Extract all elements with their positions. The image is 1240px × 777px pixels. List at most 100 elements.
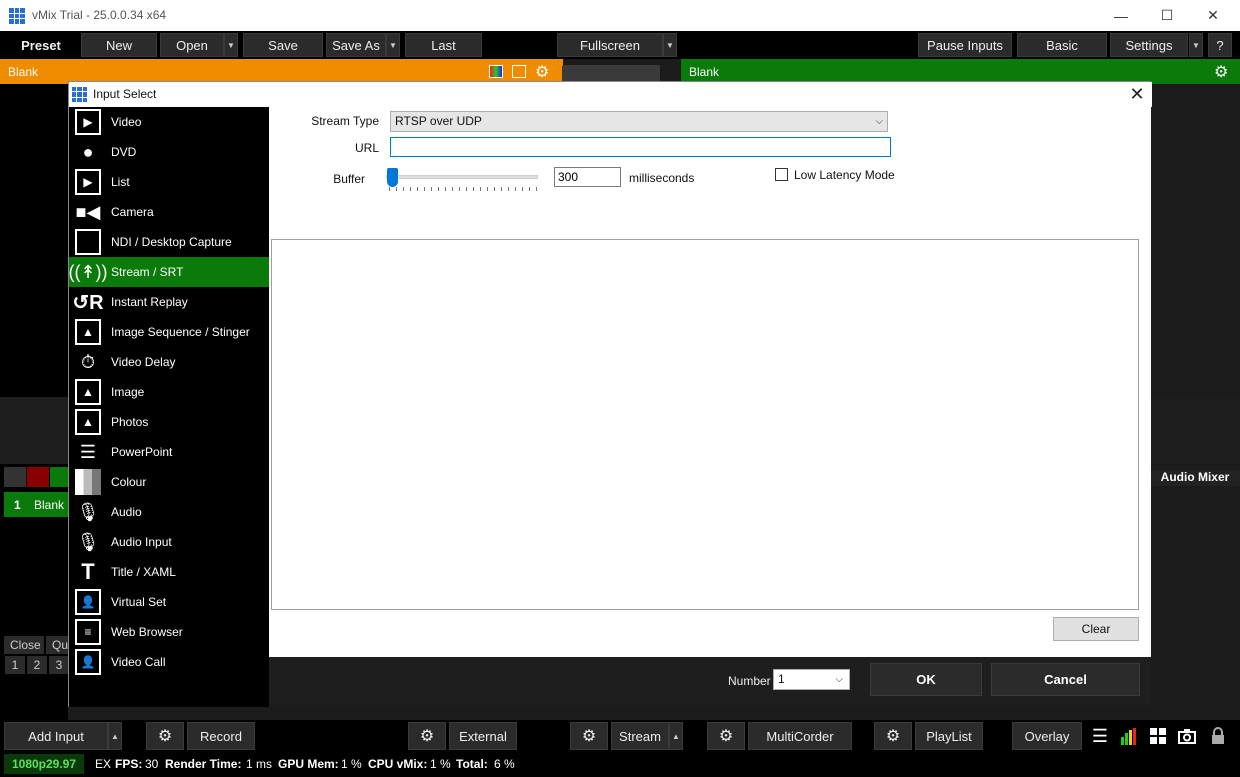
minimize-button[interactable]: — <box>1098 0 1144 31</box>
add-input-dropdown-button[interactable]: ▲ <box>108 722 122 750</box>
multicorder-settings-gear-icon[interactable]: ⚙ <box>707 722 745 750</box>
category-dvd[interactable]: ● DVD <box>69 137 269 167</box>
last-button[interactable]: Last <box>405 33 482 57</box>
stream-settings-gear-icon[interactable]: ⚙ <box>570 722 608 750</box>
lock-icon[interactable] <box>1206 724 1230 748</box>
buffer-slider-thumb[interactable] <box>387 168 398 187</box>
window-close-button[interactable]: ✕ <box>1190 0 1236 31</box>
cancel-button[interactable]: Cancel <box>991 663 1140 696</box>
basic-button[interactable]: Basic <box>1017 33 1107 57</box>
maximize-button[interactable]: ☐ <box>1144 0 1190 31</box>
category-photos[interactable]: ▲ Photos <box>69 407 269 437</box>
category-video-delay[interactable]: ⏱ Video Delay <box>69 347 269 377</box>
save-as-button[interactable]: Save As <box>326 33 386 57</box>
new-button[interactable]: New <box>81 33 157 57</box>
replay-icon: ↺R <box>72 291 104 314</box>
buffer-slider-track[interactable] <box>386 175 538 179</box>
stream-type-select[interactable]: RTSP over UDP ⌵ <box>390 111 888 132</box>
clear-button[interactable]: Clear <box>1053 617 1139 641</box>
number-select[interactable]: 1 ⌵ <box>773 669 850 690</box>
category-ndi-desktop-capture[interactable]: NDI / Desktop Capture <box>69 227 269 257</box>
category-label: NDI / Desktop Capture <box>111 235 232 249</box>
ok-button[interactable]: OK <box>870 663 982 696</box>
multiview-grid-icon[interactable] <box>1146 724 1170 748</box>
microphone-icon: 🎙 <box>76 531 100 552</box>
external-button[interactable]: External <box>449 722 517 750</box>
category-web-browser[interactable]: ≡ Web Browser <box>69 617 269 647</box>
settings-dropdown-button[interactable]: ▼ <box>1189 33 1203 57</box>
antenna-icon: ((↟)) <box>68 261 108 282</box>
stream-button[interactable]: Stream <box>611 722 669 750</box>
category-instant-replay[interactable]: ↺R Instant Replay <box>69 287 269 317</box>
record-button[interactable]: Record <box>187 722 255 750</box>
number-tile[interactable]: 2 <box>27 656 47 674</box>
number-tile[interactable]: 1 <box>5 656 25 674</box>
output-gear-icon[interactable]: ⚙ <box>1214 62 1228 82</box>
main-toolbar: Preset New Open ▼ Save Save As ▼ Last Fu… <box>0 31 1240 59</box>
stream-dropdown-button[interactable]: ▲ <box>669 722 683 750</box>
buffer-value-input[interactable] <box>554 167 621 187</box>
record-settings-gear-icon[interactable]: ⚙ <box>146 722 184 750</box>
close-input-button[interactable]: Close <box>4 636 44 654</box>
stream-preview-box <box>271 239 1139 610</box>
title-icon: T <box>81 559 95 584</box>
swatch-grey[interactable] <box>4 467 26 487</box>
category-video-call[interactable]: 👤 Video Call <box>69 647 269 677</box>
image-sequence-icon: ▲ <box>75 319 101 345</box>
stream-type-value: RTSP over UDP <box>395 114 482 128</box>
category-stream-srt[interactable]: ((↟)) Stream / SRT <box>68 257 269 287</box>
dialog-close-icon[interactable]: ✕ <box>1127 85 1147 105</box>
overlay-button[interactable]: Overlay <box>1012 722 1082 750</box>
category-label: Camera <box>111 205 154 219</box>
playlist-settings-gear-icon[interactable]: ⚙ <box>874 722 912 750</box>
preview-gear-icon[interactable]: ⚙ <box>535 62 549 82</box>
category-image[interactable]: ▲ Image <box>69 377 269 407</box>
input-tile[interactable]: 1 Blank <box>4 492 68 517</box>
category-label: Instant Replay <box>111 295 188 309</box>
add-input-button[interactable]: Add Input <box>4 722 108 750</box>
category-image-sequence-stinger[interactable]: ▲ Image Sequence / Stinger <box>69 317 269 347</box>
settings-button[interactable]: Settings <box>1110 33 1188 57</box>
save-as-dropdown-button[interactable]: ▼ <box>386 33 400 57</box>
open-dropdown-button[interactable]: ▼ <box>224 33 238 57</box>
open-button[interactable]: Open <box>160 33 224 57</box>
cpu-vmix-label: CPU vMix: <box>368 757 428 771</box>
low-latency-checkbox[interactable] <box>775 168 788 181</box>
cpu-vmix-value: 1 % <box>430 757 451 771</box>
category-label: List <box>111 175 130 189</box>
video-call-icon: 👤 <box>75 649 101 675</box>
category-video[interactable]: ▶ Video <box>69 107 269 137</box>
swatch-red[interactable] <box>27 467 49 487</box>
audio-meter-icon[interactable] <box>1117 724 1141 748</box>
fullscreen-dropdown-button[interactable]: ▼ <box>663 33 677 57</box>
fps-label: FPS: <box>115 757 143 771</box>
window-title: vMix Trial - 25.0.0.34 x64 <box>32 8 167 22</box>
url-input[interactable] <box>390 137 891 157</box>
colour-correction-icon[interactable] <box>489 65 503 78</box>
category-colour[interactable]: Colour <box>69 467 269 497</box>
quick-play-small-button[interactable]: Qu <box>46 636 68 654</box>
number-tile[interactable]: 3 <box>49 656 69 674</box>
gpu-mem-label: GPU Mem: <box>278 757 339 771</box>
menu-icon[interactable]: ☰ <box>1088 724 1112 748</box>
category-title-xaml[interactable]: T Title / XAML <box>69 557 269 587</box>
category-audio[interactable]: 🎙 Audio <box>69 497 269 527</box>
pip-icon[interactable] <box>512 65 526 78</box>
stream-form: Stream Type RTSP over UDP ⌵ URL Buffer m… <box>269 107 1151 657</box>
category-virtual-set[interactable]: 👤 Virtual Set <box>69 587 269 617</box>
multicorder-button[interactable]: MultiCorder <box>748 722 852 750</box>
help-button[interactable]: ? <box>1208 33 1232 57</box>
snapshot-camera-icon[interactable] <box>1175 724 1199 748</box>
category-camera[interactable]: ■◀ Camera <box>69 197 269 227</box>
category-powerpoint[interactable]: ☰ PowerPoint <box>69 437 269 467</box>
save-button[interactable]: Save <box>243 33 323 57</box>
buffer-slider-ticks <box>389 187 537 191</box>
video-format-badge[interactable]: 1080p29.97 <box>4 754 84 774</box>
category-list[interactable]: ▶ List <box>69 167 269 197</box>
external-settings-gear-icon[interactable]: ⚙ <box>408 722 446 750</box>
category-audio-input[interactable]: 🎙 Audio Input <box>69 527 269 557</box>
category-label: Colour <box>111 475 147 489</box>
fullscreen-button[interactable]: Fullscreen <box>557 33 663 57</box>
pause-inputs-button[interactable]: Pause Inputs <box>918 33 1012 57</box>
playlist-button[interactable]: PlayList <box>915 722 983 750</box>
